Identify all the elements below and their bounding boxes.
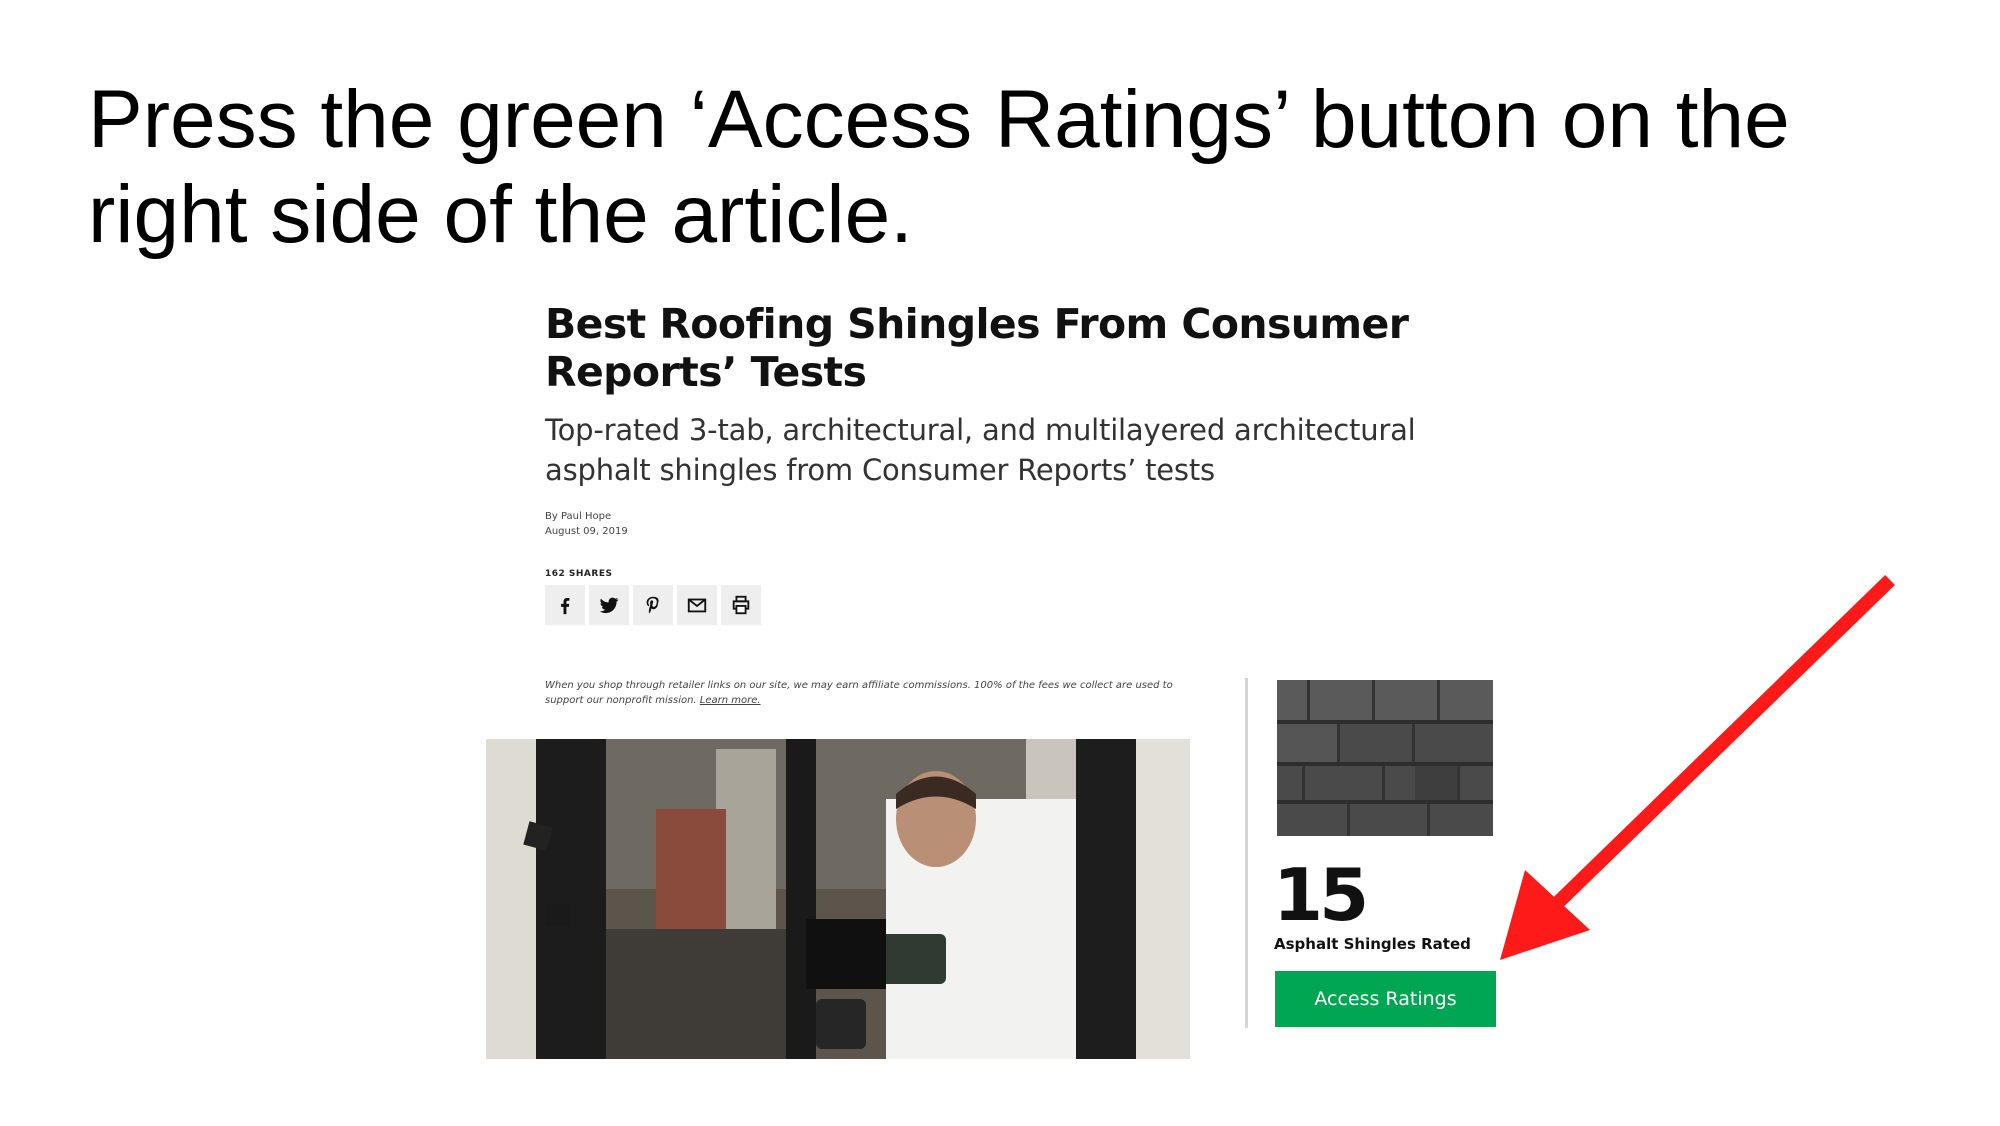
disclaimer-text: When you shop through retailer links on … [545,680,1173,706]
shingle-product-image [1277,680,1493,836]
twitter-icon [599,597,619,614]
affiliate-disclaimer: When you shop through retailer links on … [545,678,1195,708]
instruction-text: Press the green ‘Access Ratings’ button … [88,74,1790,260]
rated-label: Asphalt Shingles Rated [1274,935,1471,953]
email-icon [687,598,707,613]
learn-more-link[interactable]: Learn more. [700,695,761,706]
pinterest-share-button[interactable] [633,585,673,625]
byline: By Paul Hope August 09, 2019 [545,509,628,539]
facebook-share-button[interactable] [545,585,585,625]
pinterest-icon [646,596,659,614]
author-link[interactable]: By Paul Hope [545,509,628,524]
twitter-share-button[interactable] [589,585,629,625]
print-icon [732,595,750,615]
share-toolbar [545,585,761,625]
article-subtitle: Top-rated 3-tab, architectural, and mult… [545,413,1416,487]
access-ratings-button[interactable]: Access Ratings [1275,971,1496,1027]
email-share-button[interactable] [677,585,717,625]
red-arrow-annotation [1500,574,1895,960]
article-title: Best Roofing Shingles From Consumer Repo… [545,300,1409,396]
publish-date: August 09, 2019 [545,526,628,537]
rated-count: 15 [1273,853,1369,937]
print-button[interactable] [721,585,761,625]
shares-count: 162 SHARES [545,569,613,579]
sidebar-divider [1245,678,1248,1028]
facebook-icon [561,597,570,615]
article-hero-photo [486,739,1190,1059]
